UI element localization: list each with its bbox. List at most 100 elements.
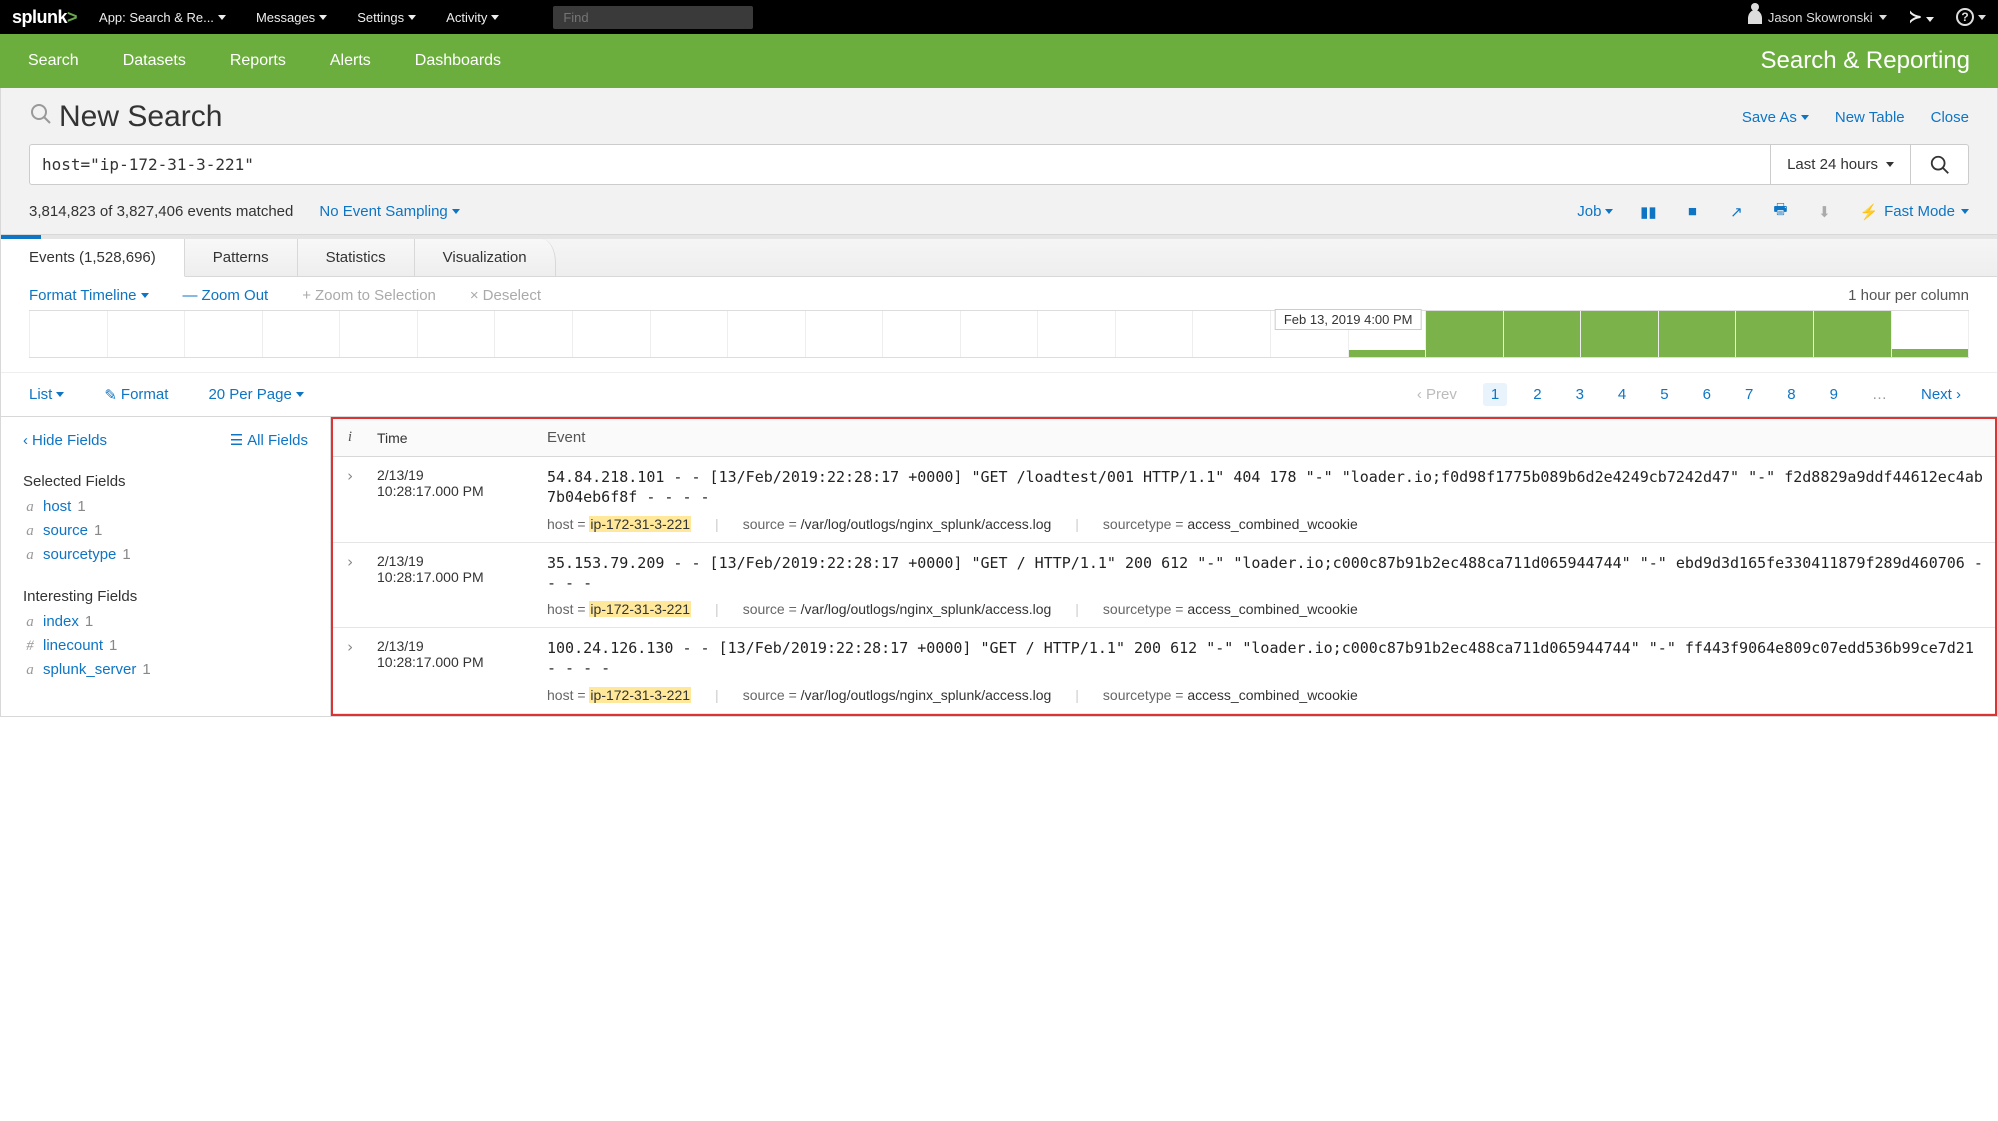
per-page[interactable]: 20 Per Page	[208, 386, 303, 403]
view-list[interactable]: List	[29, 386, 64, 403]
pause-icon[interactable]: ▮▮	[1639, 203, 1657, 221]
timeline-column[interactable]	[418, 311, 496, 357]
search-input[interactable]: host="ip-172-31-3-221"	[29, 144, 1771, 185]
nav-dashboards[interactable]: Dashboards	[415, 52, 501, 70]
new-table-button[interactable]: New Table	[1835, 109, 1905, 126]
menu-messages[interactable]: Messages	[256, 10, 327, 25]
meta-sourcetype[interactable]: sourcetype = access_combined_wcookie	[1103, 516, 1358, 532]
tab-visualization[interactable]: Visualization	[415, 239, 556, 276]
timeline-column[interactable]	[263, 311, 341, 357]
timeline-column[interactable]	[806, 311, 884, 357]
download-icon[interactable]: ⬇	[1815, 203, 1833, 221]
field-splunk_server[interactable]: asplunk_server1	[23, 661, 308, 679]
search-mode[interactable]: ⚡ Fast Mode	[1859, 203, 1969, 221]
pager-page[interactable]: 2	[1525, 383, 1549, 406]
timeline-column[interactable]	[1426, 311, 1504, 357]
save-as-button[interactable]: Save As	[1742, 109, 1809, 126]
timeline-column[interactable]	[728, 311, 806, 357]
event-raw[interactable]: 100.24.126.130 - - [13/Feb/2019:22:28:17…	[547, 638, 1985, 679]
find-input[interactable]	[553, 6, 753, 29]
timeline-column[interactable]	[340, 311, 418, 357]
zoom-out[interactable]: — Zoom Out	[183, 287, 269, 304]
job-menu[interactable]: Job	[1577, 203, 1613, 220]
print-icon[interactable]: 🖶	[1771, 199, 1789, 224]
time-range-picker[interactable]: Last 24 hours	[1771, 144, 1911, 185]
timeline-column[interactable]	[573, 311, 651, 357]
col-time[interactable]: Time	[367, 419, 537, 457]
timeline-column[interactable]	[495, 311, 573, 357]
pager-page[interactable]: 8	[1779, 383, 1803, 406]
meta-host[interactable]: host = ip-172-31-3-221	[547, 516, 691, 532]
format-events[interactable]: ✎ Format	[104, 386, 168, 404]
timeline-column[interactable]	[1659, 311, 1737, 357]
field-source[interactable]: asource1	[23, 522, 308, 540]
pager-page[interactable]: 6	[1695, 383, 1719, 406]
tab-statistics[interactable]: Statistics	[298, 239, 415, 276]
menu-activity[interactable]: Activity	[446, 10, 499, 25]
menu-settings[interactable]: Settings	[357, 10, 416, 25]
timeline-column[interactable]	[1504, 311, 1582, 357]
field-sourcetype[interactable]: asourcetype1	[23, 546, 308, 564]
expand-icon[interactable]: ›	[333, 628, 367, 714]
event-raw[interactable]: 54.84.218.101 - - [13/Feb/2019:22:28:17 …	[547, 467, 1985, 508]
timeline-column[interactable]	[1581, 311, 1659, 357]
tab-patterns[interactable]: Patterns	[185, 239, 298, 276]
pager-next[interactable]: Next ›	[1913, 383, 1969, 406]
timeline-column[interactable]	[1038, 311, 1116, 357]
logo[interactable]: splunk>	[12, 7, 77, 28]
timeline[interactable]: Feb 13, 2019 4:00 PM	[29, 310, 1969, 358]
timeline-column[interactable]	[1193, 311, 1271, 357]
nav-alerts[interactable]: Alerts	[330, 52, 371, 70]
timeline-column[interactable]	[883, 311, 961, 357]
pager-page[interactable]: 1	[1483, 383, 1507, 406]
meta-host[interactable]: host = ip-172-31-3-221	[547, 601, 691, 617]
event-raw[interactable]: 35.153.79.209 - - [13/Feb/2019:22:28:17 …	[547, 553, 1985, 594]
stop-icon[interactable]: ■	[1683, 203, 1701, 220]
timeline-column[interactable]	[1736, 311, 1814, 357]
event-meta: host = ip-172-31-3-221|source = /var/log…	[547, 516, 1985, 532]
pager-page[interactable]: 5	[1652, 383, 1676, 406]
fields-sidebar: ‹ Hide Fields ☰ All Fields Selected Fiel…	[1, 417, 331, 716]
meta-sourcetype[interactable]: sourcetype = access_combined_wcookie	[1103, 601, 1358, 617]
event-sampling[interactable]: No Event Sampling	[319, 203, 459, 220]
share-icon[interactable]: ↗	[1727, 203, 1745, 221]
nav-reports[interactable]: Reports	[230, 52, 286, 70]
meta-source[interactable]: source = /var/log/outlogs/nginx_splunk/a…	[743, 687, 1052, 703]
meta-source[interactable]: source = /var/log/outlogs/nginx_splunk/a…	[743, 516, 1052, 532]
expand-icon[interactable]: ›	[333, 542, 367, 628]
expand-icon[interactable]: ›	[333, 457, 367, 543]
pager-page[interactable]: 9	[1822, 383, 1846, 406]
field-index[interactable]: aindex1	[23, 613, 308, 631]
app-selector[interactable]: App: Search & Re...	[99, 10, 226, 25]
assist-icon[interactable]: ≻	[1909, 7, 1934, 27]
help-menu[interactable]: ?	[1956, 8, 1986, 26]
timeline-column[interactable]	[185, 311, 263, 357]
timeline-column[interactable]	[961, 311, 1039, 357]
hide-fields[interactable]: ‹ Hide Fields	[23, 431, 107, 449]
view-tabs: Events (1,528,696) Patterns Statistics V…	[1, 239, 1997, 277]
all-fields[interactable]: ☰ All Fields	[230, 431, 308, 449]
timeline-column[interactable]	[108, 311, 186, 357]
meta-sourcetype[interactable]: sourcetype = access_combined_wcookie	[1103, 687, 1358, 703]
nav-datasets[interactable]: Datasets	[123, 52, 186, 70]
tab-events[interactable]: Events (1,528,696)	[1, 239, 185, 277]
field-host[interactable]: ahost1	[23, 498, 308, 516]
timeline-column[interactable]	[1116, 311, 1194, 357]
field-linecount[interactable]: #linecount1	[23, 637, 308, 655]
field-count: 1	[94, 522, 102, 539]
timeline-column[interactable]	[651, 311, 729, 357]
timeline-column[interactable]	[29, 311, 108, 357]
format-timeline[interactable]: Format Timeline	[29, 287, 149, 304]
timeline-column[interactable]	[1814, 311, 1892, 357]
meta-host[interactable]: host = ip-172-31-3-221	[547, 687, 691, 703]
close-button[interactable]: Close	[1931, 109, 1969, 126]
user-menu[interactable]: Jason Skowronski	[1748, 10, 1887, 25]
timeline-column[interactable]	[1892, 311, 1970, 357]
pager-page[interactable]: 7	[1737, 383, 1761, 406]
chevron-down-icon	[1879, 15, 1887, 20]
search-button[interactable]	[1911, 144, 1969, 185]
pager-page[interactable]: 4	[1610, 383, 1634, 406]
pager-page[interactable]: 3	[1568, 383, 1592, 406]
nav-search[interactable]: Search	[28, 52, 79, 70]
meta-source[interactable]: source = /var/log/outlogs/nginx_splunk/a…	[743, 601, 1052, 617]
